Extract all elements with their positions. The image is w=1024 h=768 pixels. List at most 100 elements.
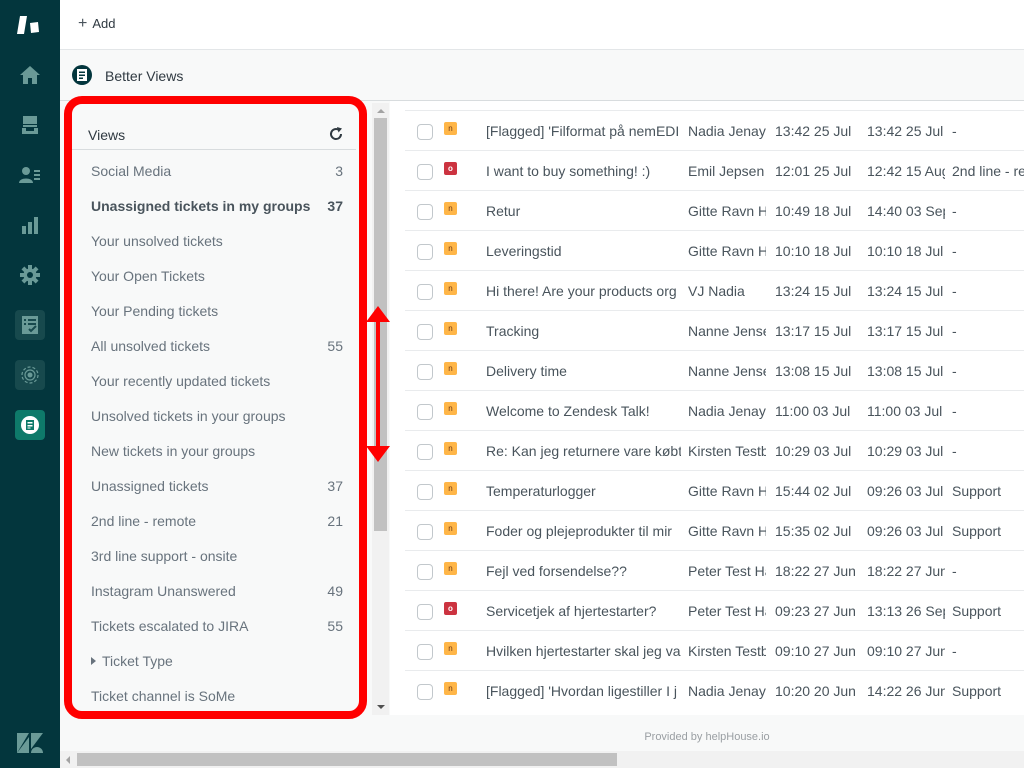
- zendesk-support-logo[interactable]: [0, 0, 60, 50]
- ticket-subject[interactable]: Foder og plejeprodukter til mir: [486, 523, 681, 539]
- ticket-updated: 13:17 15 Jul: [867, 323, 944, 339]
- ticket-checkbox[interactable]: [417, 204, 433, 220]
- ticket-checkbox[interactable]: [417, 124, 433, 140]
- plus-icon: +: [78, 14, 88, 32]
- nav-app-orbit[interactable]: [15, 360, 45, 390]
- ticket-row[interactable]: n Foder og plejeprodukter til mir Gitte Ra…: [405, 510, 1024, 550]
- view-item[interactable]: Unassigned tickets in my groups 37: [72, 186, 356, 221]
- ticket-subject[interactable]: Fejl ved forsendelse??: [486, 563, 681, 579]
- view-item[interactable]: Unsolved tickets in your groups: [72, 396, 356, 431]
- ticket-subject[interactable]: Delivery time: [486, 363, 681, 379]
- status-badge: n: [444, 522, 457, 535]
- nav-app-checklist[interactable]: [15, 310, 45, 340]
- ticket-row[interactable]: n Fejl ved forsendelse?? Peter Test Ha 18:2…: [405, 550, 1024, 590]
- zendesk-logo[interactable]: [15, 728, 45, 758]
- ticket-subject[interactable]: Welcome to Zendesk Talk!: [486, 403, 681, 419]
- ticket-group: -: [952, 563, 957, 579]
- ticket-subject[interactable]: Hvilken hjertestarter skal jeg va: [486, 643, 681, 659]
- ticket-subject[interactable]: Retur: [486, 203, 681, 219]
- ticket-checkbox[interactable]: [417, 244, 433, 260]
- ticket-row[interactable]: n Temperaturlogger Gitte Ravn H 15:44 02 Ju…: [405, 470, 1024, 510]
- ticket-checkbox[interactable]: [417, 684, 433, 700]
- ticket-row[interactable]: n Delivery time Nanne Jensen 13:08 15 Jul 13…: [405, 350, 1024, 390]
- status-badge: n: [444, 682, 457, 695]
- ticket-group: -: [952, 643, 957, 659]
- view-item[interactable]: Unassigned tickets 37: [72, 466, 356, 501]
- top-bar: + Add: [60, 0, 1024, 50]
- view-item-count: 37: [327, 477, 343, 494]
- view-item[interactable]: Your Open Tickets: [72, 256, 356, 291]
- ticket-row[interactable]: o I want to buy something! :) Emil Jepsen 1…: [405, 150, 1024, 190]
- ticket-subject[interactable]: Hi there! Are your products org: [486, 283, 681, 299]
- nav-reporting[interactable]: [15, 210, 45, 240]
- views-scrollbar-thumb[interactable]: [374, 118, 387, 531]
- view-item[interactable]: Instagram Unanswered 49: [72, 571, 356, 606]
- ticket-row[interactable]: n Retur Gitte Ravn H 10:49 18 Jul 14:40 03 S…: [405, 190, 1024, 230]
- status-badge: n: [444, 442, 457, 455]
- ticket-row[interactable]: n Welcome to Zendesk Talk! Nadia Jenaya 11:…: [405, 390, 1024, 430]
- nav-admin[interactable]: [15, 260, 45, 290]
- view-item[interactable]: Your unsolved tickets: [72, 221, 356, 256]
- view-item[interactable]: Your recently updated tickets: [72, 361, 356, 396]
- add-button[interactable]: + Add: [78, 14, 116, 32]
- ticket-checkbox[interactable]: [417, 524, 433, 540]
- scroll-left-arrow-icon[interactable]: [66, 756, 70, 764]
- ticket-subject[interactable]: [Flagged] 'Hvordan ligestiller I j: [486, 683, 681, 699]
- ticket-subject[interactable]: I want to buy something! :): [486, 163, 681, 179]
- view-item[interactable]: Your Pending tickets: [72, 291, 356, 326]
- ticket-row[interactable]: n Leveringstid Gitte Ravn H 10:10 18 Jul 10:…: [405, 230, 1024, 270]
- view-item-label: Social Media: [91, 163, 171, 179]
- horizontal-scrollbar[interactable]: [60, 751, 1024, 768]
- view-item-name: Your recently updated tickets: [91, 372, 271, 389]
- view-item[interactable]: Tickets escalated to JIRA 55: [72, 606, 356, 641]
- ticket-subject[interactable]: [Flagged] 'Filformat på nemEDI: [486, 123, 681, 139]
- ticket-row[interactable]: n Re: Kan jeg returnere vare købt Kirsten …: [405, 430, 1024, 470]
- view-item[interactable]: Ticket Type: [72, 641, 356, 676]
- nav-views[interactable]: [15, 110, 45, 140]
- view-item[interactable]: Ticket channel is SoMe: [72, 676, 356, 708]
- nav-app-better-views[interactable]: [15, 410, 45, 440]
- ticket-checkbox[interactable]: [417, 164, 433, 180]
- ticket-subject[interactable]: Re: Kan jeg returnere vare købt: [486, 443, 681, 459]
- view-item-label: New tickets in your groups: [91, 443, 255, 459]
- ticket-checkbox[interactable]: [417, 284, 433, 300]
- view-item-label: Tickets escalated to JIRA: [91, 618, 248, 634]
- ticket-row[interactable]: n [Flagged] 'Hvordan ligestiller I j Nadia…: [405, 670, 1024, 710]
- view-item-name: Unassigned tickets in my groups: [91, 197, 311, 214]
- ticket-subject[interactable]: Servicetjek af hjertestarter?: [486, 603, 681, 619]
- ticket-checkbox[interactable]: [417, 564, 433, 580]
- refresh-icon[interactable]: [328, 126, 344, 142]
- ticket-row[interactable]: o Servicetjek af hjertestarter? Peter Test…: [405, 590, 1024, 630]
- view-item[interactable]: New tickets in your groups: [72, 431, 356, 466]
- caret-right-icon[interactable]: [91, 656, 96, 665]
- ticket-checkbox[interactable]: [417, 364, 433, 380]
- ticket-checkbox[interactable]: [417, 644, 433, 660]
- horizontal-scrollbar-thumb[interactable]: [77, 753, 617, 766]
- ticket-requester: Nadia Jenaya: [688, 123, 766, 139]
- ticket-checkbox[interactable]: [417, 484, 433, 500]
- ticket-row[interactable]: n Hi there! Are your products org VJ Nadia…: [405, 270, 1024, 310]
- nav-home[interactable]: [15, 60, 45, 90]
- ticket-subject[interactable]: Temperaturlogger: [486, 483, 681, 499]
- view-item[interactable]: 3rd line support - onsite: [72, 536, 356, 571]
- ticket-group: -: [952, 443, 957, 459]
- ticket-created: 18:22 27 Jun: [775, 563, 856, 579]
- ticket-row[interactable]: n Hvilken hjertestarter skal jeg va Kirste…: [405, 630, 1024, 670]
- scroll-down-arrow-icon[interactable]: [377, 705, 385, 709]
- ticket-row[interactable]: n Tracking Nanne Jensen 13:17 15 Jul 13:17 1…: [405, 310, 1024, 350]
- ticket-subject[interactable]: Leveringstid: [486, 243, 681, 259]
- add-button-label: Add: [92, 16, 116, 31]
- ticket-row[interactable]: n [Flagged] 'Filformat på nemEDI Nadia Jen…: [405, 110, 1024, 150]
- view-item[interactable]: 2nd line - remote 21: [72, 501, 356, 536]
- view-item[interactable]: Social Media 3: [72, 151, 356, 186]
- ticket-checkbox[interactable]: [417, 404, 433, 420]
- ticket-checkbox[interactable]: [417, 604, 433, 620]
- views-scrollbar[interactable]: [372, 103, 389, 715]
- ticket-subject[interactable]: Tracking: [486, 323, 681, 339]
- scroll-up-arrow-icon[interactable]: [377, 109, 385, 113]
- nav-customers[interactable]: [15, 160, 45, 190]
- status-badge: n: [444, 482, 457, 495]
- ticket-checkbox[interactable]: [417, 444, 433, 460]
- view-item[interactable]: All unsolved tickets 55: [72, 326, 356, 361]
- ticket-checkbox[interactable]: [417, 324, 433, 340]
